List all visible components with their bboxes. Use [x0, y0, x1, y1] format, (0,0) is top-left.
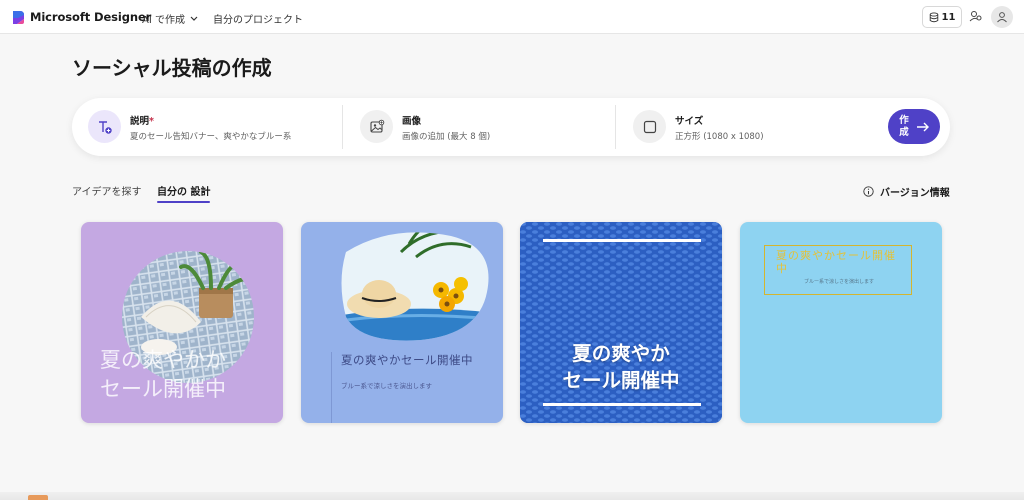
nav-ai-create-label: AI で作成: [142, 15, 185, 26]
page-title: ソーシャル投稿の作成: [72, 56, 272, 80]
nav-my-projects[interactable]: 自分のプロジェクト: [213, 11, 303, 26]
credits-count: 11: [941, 11, 956, 23]
image-field[interactable]: 画像 画像の追加 (最大 8 個): [360, 98, 610, 156]
decorative-line: [543, 403, 701, 406]
tab-active-indicator: [157, 201, 210, 203]
design-card[interactable]: 夏の爽やかセール開催中 ブルー系で涼しさを演出します: [740, 222, 942, 423]
description-field[interactable]: 説明* 夏のセール告知バナー、爽やかなブルー系: [88, 98, 338, 156]
card-subtext: ブルー系で涼しさを演出します: [804, 279, 875, 285]
design-card[interactable]: 夏の爽やかか セール開催中: [81, 222, 283, 423]
card-headline: 夏の爽やか セール開催中: [520, 340, 722, 394]
card-headline: 夏の爽やかセール開催中: [341, 353, 473, 367]
text-add-icon: [88, 110, 121, 143]
create-button-label: 作成: [899, 114, 909, 138]
brand-name[interactable]: Microsoft Designer: [30, 10, 151, 24]
create-button[interactable]: 作成: [888, 109, 940, 144]
user-avatar-icon[interactable]: [991, 6, 1013, 28]
image-label: 画像: [402, 116, 422, 127]
card-subtext: ブルー系で涼しさを演出します: [341, 382, 432, 390]
image-sub: 画像の追加 (最大 8 個): [402, 132, 491, 142]
bottom-edge: [0, 492, 1024, 500]
image-add-icon: [360, 110, 393, 143]
design-card[interactable]: 夏の爽やかセール開催中 ブルー系で涼しさを演出します: [301, 222, 503, 423]
chevron-down-icon: [190, 16, 198, 21]
description-value[interactable]: 夏のセール告知バナー、爽やかなブルー系: [130, 130, 291, 142]
prompt-bar: 説明* 夏のセール告知バナー、爽やかなブルー系 画像 画像の追加 (最大 8 個…: [72, 98, 950, 156]
coin-stack-icon: [929, 11, 938, 22]
bottom-edge-accent: [28, 495, 48, 500]
card-headline-line1: 夏の爽やか: [572, 342, 670, 365]
square-icon: [633, 110, 666, 143]
divider: [342, 105, 343, 149]
arrow-right-icon: [917, 122, 929, 131]
description-label: 説明*: [130, 116, 154, 127]
share-icon[interactable]: [969, 9, 983, 23]
card-headline: 夏の爽やかセール開催中: [776, 249, 896, 275]
design-card[interactable]: 夏の爽やか セール開催中: [520, 222, 722, 423]
card-headline: 夏の爽やかか セール開催中: [100, 346, 226, 404]
top-bar: Microsoft Designer AI で作成 自分のプロジェクト 11: [0, 0, 1024, 34]
version-info-label: バージョン情報: [880, 188, 950, 199]
nav-ai-create[interactable]: AI で作成: [142, 11, 198, 26]
size-field[interactable]: サイズ 正方形 (1080 x 1080): [633, 98, 863, 156]
card-headline-line2: セール開催中: [562, 369, 680, 392]
size-sub: 正方形 (1080 x 1080): [675, 132, 764, 142]
decorative-line: [331, 352, 332, 423]
decorative-line: [543, 239, 701, 242]
info-icon: [863, 186, 874, 197]
size-label: サイズ: [675, 116, 704, 127]
tab-explore-ideas[interactable]: アイデアを探す: [72, 183, 142, 198]
divider: [615, 105, 616, 149]
designer-logo-icon[interactable]: [11, 10, 25, 25]
tab-my-designs[interactable]: 自分の 設計: [157, 183, 210, 198]
card-headline-line2: セール開催中: [100, 377, 226, 401]
version-info-button[interactable]: バージョン情報: [863, 184, 950, 199]
person-icon: [997, 12, 1007, 23]
credits-button[interactable]: 11: [922, 6, 962, 28]
card-headline-line1: 夏の爽やかか: [100, 348, 226, 372]
